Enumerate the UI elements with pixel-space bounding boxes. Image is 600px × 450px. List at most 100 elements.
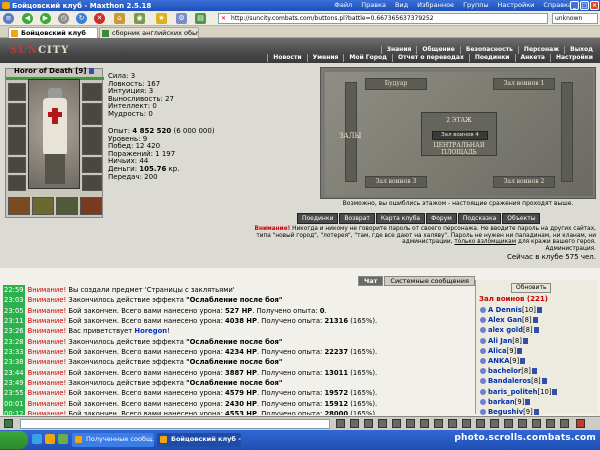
- maxthon-icon[interactable]: [45, 434, 55, 444]
- chat-mode-icon[interactable]: [420, 419, 429, 428]
- private-message-icon[interactable]: [480, 307, 486, 313]
- shield-slot[interactable]: [82, 127, 102, 155]
- chat-timestamp[interactable]: 00:01: [3, 398, 25, 410]
- chat-settings-icon[interactable]: [4, 419, 13, 428]
- send-icon[interactable]: [336, 419, 345, 428]
- return-button[interactable]: Возврат: [339, 213, 375, 224]
- player-name[interactable]: baris_politeh: [488, 388, 537, 396]
- player-name[interactable]: A Dennis: [488, 306, 522, 314]
- search-input[interactable]: unknown: [552, 13, 598, 24]
- nav-security[interactable]: Безопасность: [459, 46, 518, 54]
- player-name[interactable]: Begushiv: [488, 408, 523, 416]
- chat-timestamp[interactable]: 23:55: [3, 388, 25, 399]
- clear-icon[interactable]: [350, 419, 359, 428]
- player-name[interactable]: Alica: [488, 347, 507, 355]
- player-info-icon[interactable]: [525, 398, 531, 405]
- menu-groups[interactable]: Группы: [463, 0, 489, 11]
- user-link[interactable]: Horegon: [134, 327, 167, 335]
- player-info-icon[interactable]: [552, 388, 558, 395]
- nav-skills[interactable]: Умения: [306, 54, 344, 62]
- menu-icon[interactable]: ≡: [3, 13, 14, 24]
- player-name[interactable]: Alex Gan: [488, 316, 522, 324]
- quest-icon[interactable]: [490, 419, 499, 428]
- nav-settings[interactable]: Настройки: [549, 54, 598, 62]
- player-name[interactable]: ANKA: [488, 357, 509, 365]
- start-button[interactable]: [0, 431, 28, 449]
- close-icon[interactable]: ×: [590, 1, 599, 10]
- objects-button[interactable]: Объекты: [502, 213, 541, 224]
- maximize-icon[interactable]: □: [580, 1, 589, 10]
- private-message-icon[interactable]: [480, 337, 486, 344]
- private-message-icon[interactable]: [480, 398, 486, 405]
- player-list-item[interactable]: barkan[9]: [480, 397, 557, 407]
- private-message-icon[interactable]: [480, 378, 486, 385]
- menu-view[interactable]: Вид: [395, 0, 408, 11]
- item-slot-1[interactable]: [8, 197, 30, 215]
- nav-communication[interactable]: Общение: [416, 46, 459, 54]
- belt-slot[interactable]: [8, 157, 26, 173]
- item-slot-4[interactable]: [80, 197, 102, 215]
- history-icon[interactable]: ◷: [58, 13, 69, 24]
- room-warriors-2[interactable]: Зал воинов 2: [493, 176, 555, 188]
- nav-transfer-report[interactable]: Отчет о переводах: [392, 54, 469, 62]
- private-message-icon[interactable]: [480, 317, 486, 324]
- hackers-link[interactable]: только взломщикам: [454, 239, 516, 245]
- earring-slot[interactable]: [82, 83, 102, 101]
- exit-icon[interactable]: [576, 419, 585, 428]
- stop-icon[interactable]: ✕: [94, 13, 105, 24]
- player-list-item[interactable]: Alex Gan[8]: [480, 315, 557, 325]
- menu-file[interactable]: Файл: [334, 0, 352, 11]
- chat-timestamp[interactable]: 23:49: [3, 378, 25, 389]
- menu-help[interactable]: Справка: [543, 0, 572, 11]
- player-list-item[interactable]: baris_politeh[10]: [480, 387, 558, 397]
- forward-arrow-icon[interactable]: ▶: [40, 13, 51, 24]
- player-list-item[interactable]: Bandaleros[8]: [480, 376, 557, 386]
- home-icon[interactable]: ⌂: [114, 13, 125, 24]
- task-fight-club[interactable]: Бойцовский клуб - ...: [157, 433, 241, 447]
- tab-fight-club[interactable]: Бойцовский клуб: [8, 27, 98, 38]
- player-info-icon[interactable]: [531, 368, 537, 375]
- chat-timestamp[interactable]: 23:28: [3, 336, 25, 348]
- player-info-icon[interactable]: [520, 358, 526, 365]
- arena-icon[interactable]: [532, 419, 541, 428]
- helmet-slot[interactable]: [8, 83, 26, 101]
- player-list-item[interactable]: alex gold[8]: [480, 325, 557, 335]
- back-arrow-icon[interactable]: ◀: [22, 13, 33, 24]
- private-message-icon[interactable]: [480, 388, 486, 395]
- private-message-icon[interactable]: [480, 409, 486, 416]
- item-slot-3[interactable]: [56, 197, 78, 215]
- amulet-slot[interactable]: [82, 103, 102, 125]
- task-messages[interactable]: Полученные сообщ...: [72, 433, 154, 447]
- room-boudoir[interactable]: Будуар: [365, 78, 427, 90]
- chat-timestamp[interactable]: 22:59: [3, 285, 25, 296]
- print-icon[interactable]: ▤: [195, 13, 206, 24]
- menu-settings[interactable]: Настройки: [498, 0, 535, 11]
- private-message-icon[interactable]: [480, 327, 486, 334]
- bank-icon[interactable]: [518, 419, 527, 428]
- player-info-icon[interactable]: [541, 378, 547, 385]
- player-list-item[interactable]: Ali Jan[8]: [480, 336, 557, 346]
- boots-slot[interactable]: [82, 175, 102, 191]
- armor-slot[interactable]: [8, 103, 26, 125]
- info-icon[interactable]: [560, 419, 569, 428]
- nav-character[interactable]: Персонаж: [517, 46, 564, 54]
- nav-fights[interactable]: Поединки: [468, 54, 515, 62]
- room-warriors-3[interactable]: Зал воинов 3: [365, 176, 427, 188]
- player-info-icon[interactable]: [536, 307, 542, 313]
- player-list-item[interactable]: Alica[9]: [480, 346, 557, 356]
- chat-timestamp[interactable]: 23:38: [3, 357, 25, 368]
- ring-slot[interactable]: [82, 157, 102, 173]
- forum-button[interactable]: Форум: [426, 213, 457, 224]
- private-message-icon[interactable]: [480, 347, 486, 354]
- tools-icon[interactable]: ⚙: [176, 13, 187, 24]
- player-list-item[interactable]: bachelor[8]: [480, 366, 557, 376]
- club-map-button[interactable]: Карта клуба: [375, 213, 426, 224]
- player-name[interactable]: Bandaleros: [488, 377, 531, 385]
- scroll-icon[interactable]: [406, 419, 415, 428]
- player-info-icon[interactable]: [517, 347, 523, 354]
- menu-edit[interactable]: Правка: [361, 0, 386, 11]
- player-name[interactable]: alex gold: [488, 326, 523, 334]
- chat-timestamp[interactable]: 23:33: [3, 347, 25, 358]
- hint-button[interactable]: Подсказка: [457, 213, 502, 224]
- clan-icon[interactable]: [476, 419, 485, 428]
